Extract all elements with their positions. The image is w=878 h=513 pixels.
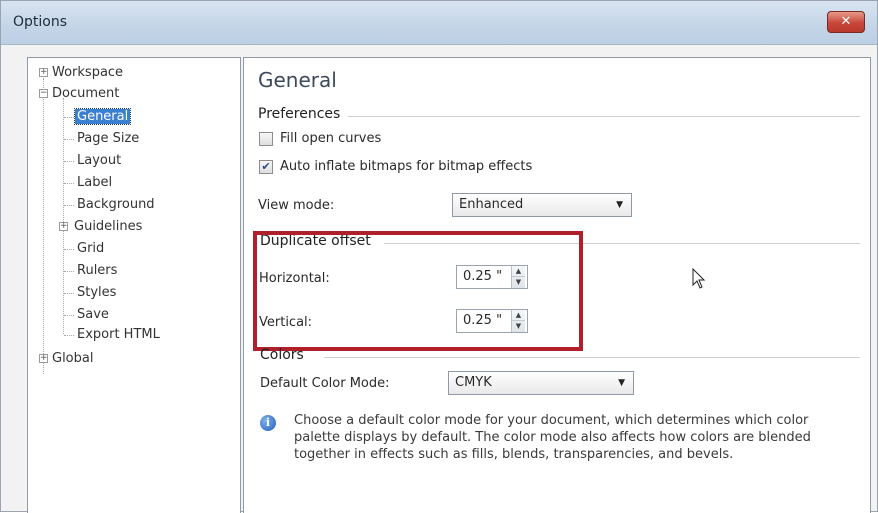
options-dialog: Options ✕ + Workspace − Document General…	[0, 0, 878, 513]
tree-item-page-size[interactable]: Page Size	[77, 129, 139, 149]
color-mode-dropdown[interactable]: CMYK ▼	[448, 371, 634, 395]
tree-item-layout[interactable]: Layout	[77, 151, 121, 171]
tree-line	[64, 315, 74, 316]
view-mode-dropdown[interactable]: Enhanced ▼	[452, 193, 632, 217]
plus-icon[interactable]: +	[59, 222, 68, 231]
tree-line	[64, 271, 74, 272]
section-divider	[348, 116, 860, 117]
window-title: Options	[13, 14, 68, 30]
title-bar: Options ✕	[1, 1, 877, 45]
tree-item-label[interactable]: Label	[77, 173, 112, 193]
tree-item-export-html[interactable]: Export HTML	[77, 325, 160, 345]
fill-open-curves-checkbox[interactable]	[259, 132, 273, 146]
tree-item-grid[interactable]: Grid	[77, 239, 104, 259]
settings-panel: General Preferences Fill open curves ✔ A…	[243, 57, 871, 513]
close-icon: ✕	[840, 14, 852, 29]
auto-inflate-checkbox[interactable]: ✔	[259, 160, 273, 174]
tree-item-styles[interactable]: Styles	[77, 283, 116, 303]
tree-line	[64, 335, 74, 336]
close-button[interactable]: ✕	[827, 11, 865, 33]
tree-line	[64, 249, 74, 250]
auto-inflate-label: Auto inflate bitmaps for bitmap effects	[280, 159, 533, 174]
tree-item-guidelines[interactable]: Guidelines	[74, 217, 142, 237]
tree-item-global[interactable]: Global	[52, 349, 93, 369]
tree-line	[63, 98, 64, 334]
section-heading-colors: Colors	[260, 347, 304, 363]
tree-item-workspace[interactable]: Workspace	[52, 63, 123, 83]
plus-icon[interactable]: +	[39, 354, 48, 363]
dialog-body: + Workspace − Document General Page Size…	[9, 51, 871, 513]
default-color-mode-label: Default Color Mode:	[260, 376, 390, 391]
tree-item-save[interactable]: Save	[77, 305, 109, 325]
chevron-down-icon: ▼	[618, 378, 625, 388]
tree-item-background[interactable]: Background	[77, 195, 155, 215]
page-title: General	[258, 68, 337, 92]
tree-item-document[interactable]: Document	[52, 84, 119, 104]
fill-open-curves-label: Fill open curves	[280, 131, 382, 146]
tree-line	[64, 139, 74, 140]
info-icon: i	[260, 415, 276, 431]
tree-item-rulers[interactable]: Rulers	[77, 261, 117, 281]
tree-line	[64, 161, 74, 162]
duplicate-offset-highlight	[253, 231, 583, 351]
minus-icon[interactable]: −	[39, 89, 48, 98]
tree-line	[64, 117, 74, 118]
color-mode-value: CMYK	[455, 375, 492, 390]
chevron-down-icon: ▼	[616, 200, 623, 210]
color-mode-info-text: Choose a default color mode for your doc…	[294, 413, 811, 462]
plus-icon[interactable]: +	[39, 68, 48, 77]
view-mode-value: Enhanced	[459, 197, 524, 212]
section-divider	[324, 357, 860, 358]
mouse-pointer-icon	[692, 268, 706, 289]
tree-line	[64, 293, 74, 294]
tree-line	[64, 183, 74, 184]
view-mode-label: View mode:	[258, 198, 335, 213]
options-tree: + Workspace − Document General Page Size…	[27, 57, 241, 513]
tree-item-general[interactable]: General	[73, 107, 132, 127]
section-heading-preferences: Preferences	[258, 106, 341, 122]
tree-line	[43, 78, 44, 374]
tree-line	[64, 205, 74, 206]
